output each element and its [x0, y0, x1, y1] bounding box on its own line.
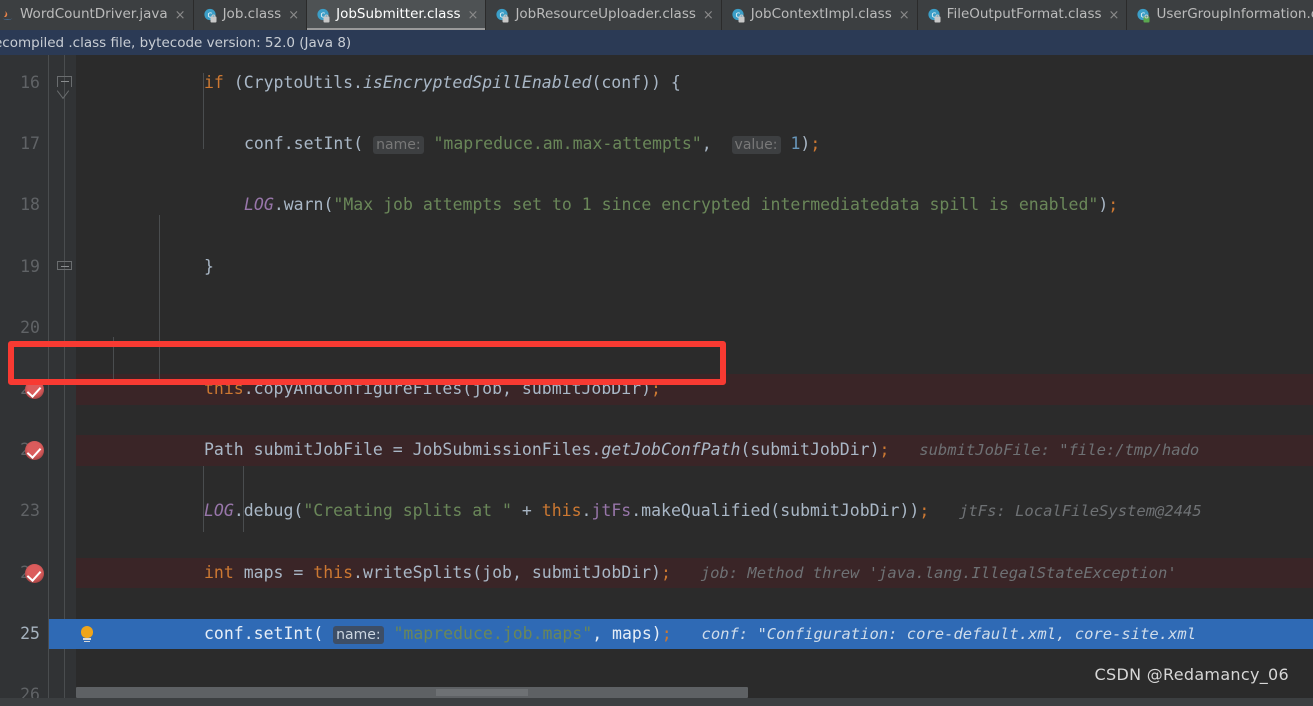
inlay-hint: conf: "Configuration: core-default.xml, … — [701, 624, 1197, 643]
code-text: LOG.warn("Max job attempts set to 1 sinc… — [244, 195, 1119, 215]
line-number: 19 — [20, 256, 40, 276]
gutter-divider-3 — [159, 215, 160, 385]
class-file-icon: C — [316, 8, 331, 23]
code-text: conf.setInt( name: "mapreduce.job.maps",… — [204, 623, 1197, 644]
tab-fileoutputformat-class[interactable]: C FileOutputFormat.class × — [917, 0, 1128, 30]
tab-label: UserGroupInformation.class — [1156, 6, 1313, 23]
scrollbar-marker — [436, 689, 528, 696]
tab-job-class[interactable]: C Job.class × — [193, 0, 308, 30]
close-icon[interactable]: × — [468, 9, 479, 22]
decompiled-notice-bar: ecompiled .class file, bytecode version:… — [0, 30, 1313, 55]
horizontal-scrollbar-thumb[interactable] — [76, 687, 748, 698]
tab-wordcountdriver-java[interactable]: WordCountDriver.java × — [0, 0, 194, 30]
breakpoint-verified-icon[interactable] — [25, 563, 44, 583]
class-file-icon: C — [495, 8, 510, 23]
line-number: 18 — [20, 195, 40, 215]
tab-usergroupinformation-class[interactable]: C UserGroupInformation.class × — [1127, 0, 1313, 30]
code-text: conf.setInt( name: "mapreduce.am.max-att… — [244, 134, 821, 155]
tab-label: JobResourceUploader.class — [515, 6, 696, 23]
tab-label: Job.class — [222, 6, 282, 23]
code-text: int maps = this.writeSplits(job, submitJ… — [204, 562, 1177, 582]
line-number: 17 — [20, 134, 40, 154]
code-text: this.copyAndConfigureFiles(job, submitJo… — [204, 378, 661, 398]
tab-label: JobContextImpl.class — [750, 6, 892, 23]
code-line[interactable]: 23 LOG.debug("Creating splits at " + thi… — [0, 496, 1313, 527]
code-text: LOG.debug("Creating splits at " + this.j… — [204, 501, 1202, 521]
code-line[interactable]: 16 if (CryptoUtils.isEncryptedSpillEnabl… — [0, 68, 1313, 99]
breakpoint-verified-icon[interactable] — [25, 379, 44, 399]
close-icon[interactable]: × — [288, 9, 299, 22]
fold-marker-icon[interactable] — [57, 76, 72, 99]
editor-tab-bar: WordCountDriver.java × C Job.class × C J… — [0, 0, 1313, 30]
decompiled-notice-text: ecompiled .class file, bytecode version:… — [0, 34, 352, 51]
code-line[interactable]: 17 conf.setInt( name: "mapreduce.am.max-… — [0, 129, 1313, 160]
tab-jobcontextimpl-class[interactable]: C JobContextImpl.class × — [721, 0, 918, 30]
param-hint-name: name: — [373, 136, 424, 155]
class-file-icon: C — [731, 8, 746, 23]
tab-label: JobSubmitter.class — [336, 6, 461, 23]
breakpoint-verified-icon[interactable] — [25, 441, 44, 461]
param-hint-value: value: — [731, 136, 781, 155]
tab-jobresourceuploader-class[interactable]: C JobResourceUploader.class × — [486, 0, 722, 30]
class-file-icon: C — [927, 8, 942, 23]
inlay-hint: jtFs: LocalFileSystem@2445 — [959, 502, 1202, 521]
code-line-selected[interactable]: 25 conf.setInt( name: "mapreduce.job.map… — [0, 618, 1313, 650]
code-line[interactable]: 19 } — [0, 252, 1313, 283]
class-file-icon: C — [203, 8, 218, 23]
tab-jobsubmitter-class[interactable]: C JobSubmitter.class × — [307, 0, 487, 30]
gutter-divider-2 — [113, 337, 114, 385]
gutter-divider — [48, 55, 49, 706]
code-line[interactable]: 20 — [0, 313, 1313, 344]
editor-bottom-strip — [0, 698, 1313, 706]
code-line[interactable]: 21 this.copyAndConfigureFiles(job, submi… — [0, 373, 1313, 405]
fold-marker-icon[interactable] — [57, 260, 72, 276]
code-editor[interactable]: 16 if (CryptoUtils.isEncryptedSpillEnabl… — [0, 55, 1313, 706]
code-text: } — [204, 256, 214, 276]
close-icon[interactable]: × — [1109, 9, 1120, 22]
java-file-icon — [0, 8, 15, 23]
line-number: 23 — [20, 501, 40, 521]
code-text: Path submitJobFile = JobSubmissionFiles.… — [204, 440, 1200, 460]
close-icon[interactable]: × — [703, 9, 714, 22]
code-text: if (CryptoUtils.isEncryptedSpillEnabled(… — [204, 73, 681, 92]
tab-label: WordCountDriver.java — [20, 6, 168, 23]
code-lines[interactable]: 16 if (CryptoUtils.isEncryptedSpillEnabl… — [0, 55, 1313, 704]
watermark-text: CSDN @Redamancy_06 — [1094, 665, 1289, 684]
inlay-hint: job: Method threw 'java.lang.IllegalStat… — [700, 563, 1177, 582]
close-icon[interactable]: × — [175, 9, 186, 22]
class-file-icon: C — [1136, 8, 1151, 23]
line-number: 16 — [20, 73, 40, 92]
code-line[interactable]: 24 int maps = this.writeSplits(job, subm… — [0, 557, 1313, 589]
tab-label: FileOutputFormat.class — [946, 6, 1102, 23]
close-icon[interactable]: × — [899, 9, 910, 22]
selected-line-gutter — [48, 618, 76, 650]
horizontal-scrollbar-track[interactable] — [76, 687, 1313, 698]
code-line[interactable]: 22 Path submitJobFile = JobSubmissionFil… — [0, 435, 1313, 466]
line-number: 25 — [20, 623, 40, 643]
line-number: 20 — [20, 317, 40, 337]
inlay-hint: submitJobFile: "file:/tmp/hado — [919, 441, 1200, 460]
code-line[interactable]: 18 LOG.warn("Max job attempts set to 1 s… — [0, 190, 1313, 221]
param-hint-name: name: — [333, 625, 384, 644]
